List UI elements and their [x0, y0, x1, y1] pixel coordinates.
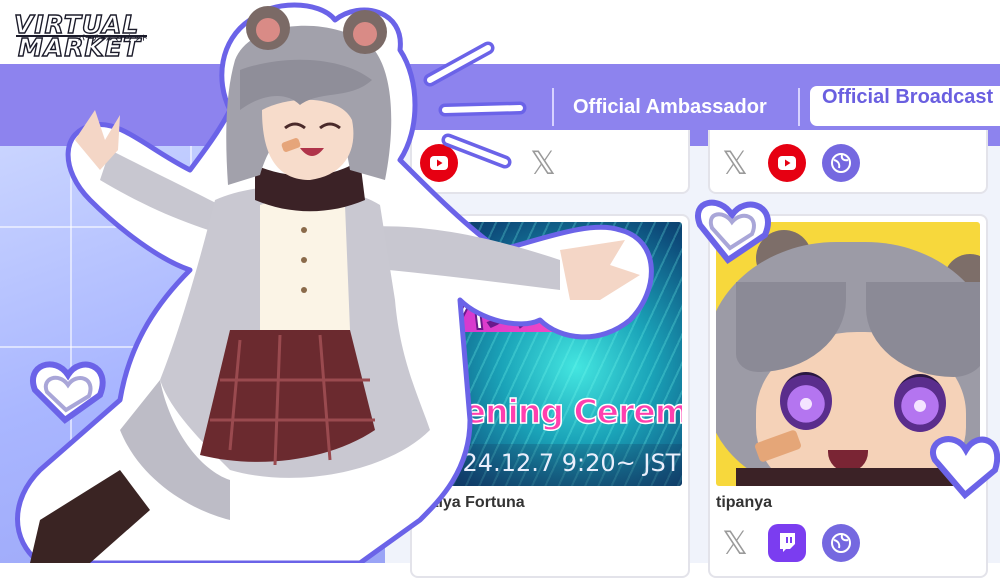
youtube-icon[interactable]: [420, 144, 458, 182]
broadcaster-name[interactable]: tipanya: [716, 494, 772, 512]
logo-kana: バーチャルマーケット: [78, 34, 148, 42]
portrait-eye: [894, 374, 946, 432]
portrait-scarf: [736, 468, 980, 486]
thumbnail-logo: V/\ス: [423, 284, 529, 337]
virtual-market-logo[interactable]: VIRTUAL MARKET バーチャルマーケット: [10, 8, 155, 62]
thumbnail-title: Opening Ceremony: [418, 391, 682, 432]
portrait-eye: [780, 372, 832, 430]
card-partial: 𝕏: [708, 130, 988, 194]
left-decor-panel: [0, 146, 385, 563]
website-icon[interactable]: [822, 144, 860, 182]
broadcaster-card[interactable]: tipanya 𝕏: [708, 214, 988, 578]
website-icon[interactable]: [822, 524, 860, 562]
twitch-icon[interactable]: [768, 524, 806, 562]
broadcaster-name[interactable]: Daiya Fortuna: [418, 494, 525, 512]
tab-previous[interactable]: at: [377, 96, 395, 119]
thumbnail-date: 2024.12.7 9:20~ JST: [432, 449, 681, 477]
tab-divider: [552, 88, 554, 126]
x-icon[interactable]: 𝕏: [716, 144, 754, 182]
card-thumbnail[interactable]: [716, 222, 980, 486]
grid-line: [190, 146, 192, 563]
grid-line: [0, 226, 385, 228]
tab-divider: [798, 88, 800, 126]
card-thumbnail[interactable]: V/\ス Opening Ceremony 2024.12.7 9:20~ JS…: [418, 222, 682, 486]
tab-official-broadcast[interactable]: Official Broadcast: [810, 86, 1000, 126]
grid-line: [70, 146, 72, 563]
broadcaster-card[interactable]: V/\ス Opening Ceremony 2024.12.7 9:20~ JS…: [410, 214, 690, 578]
tab-official-ambassador[interactable]: Official Ambassador: [573, 96, 767, 119]
grid-line: [0, 346, 385, 348]
x-icon[interactable]: 𝕏: [524, 144, 562, 182]
card-partial: 𝕏: [410, 130, 690, 194]
x-icon[interactable]: 𝕏: [716, 524, 754, 562]
youtube-icon[interactable]: [768, 144, 806, 182]
